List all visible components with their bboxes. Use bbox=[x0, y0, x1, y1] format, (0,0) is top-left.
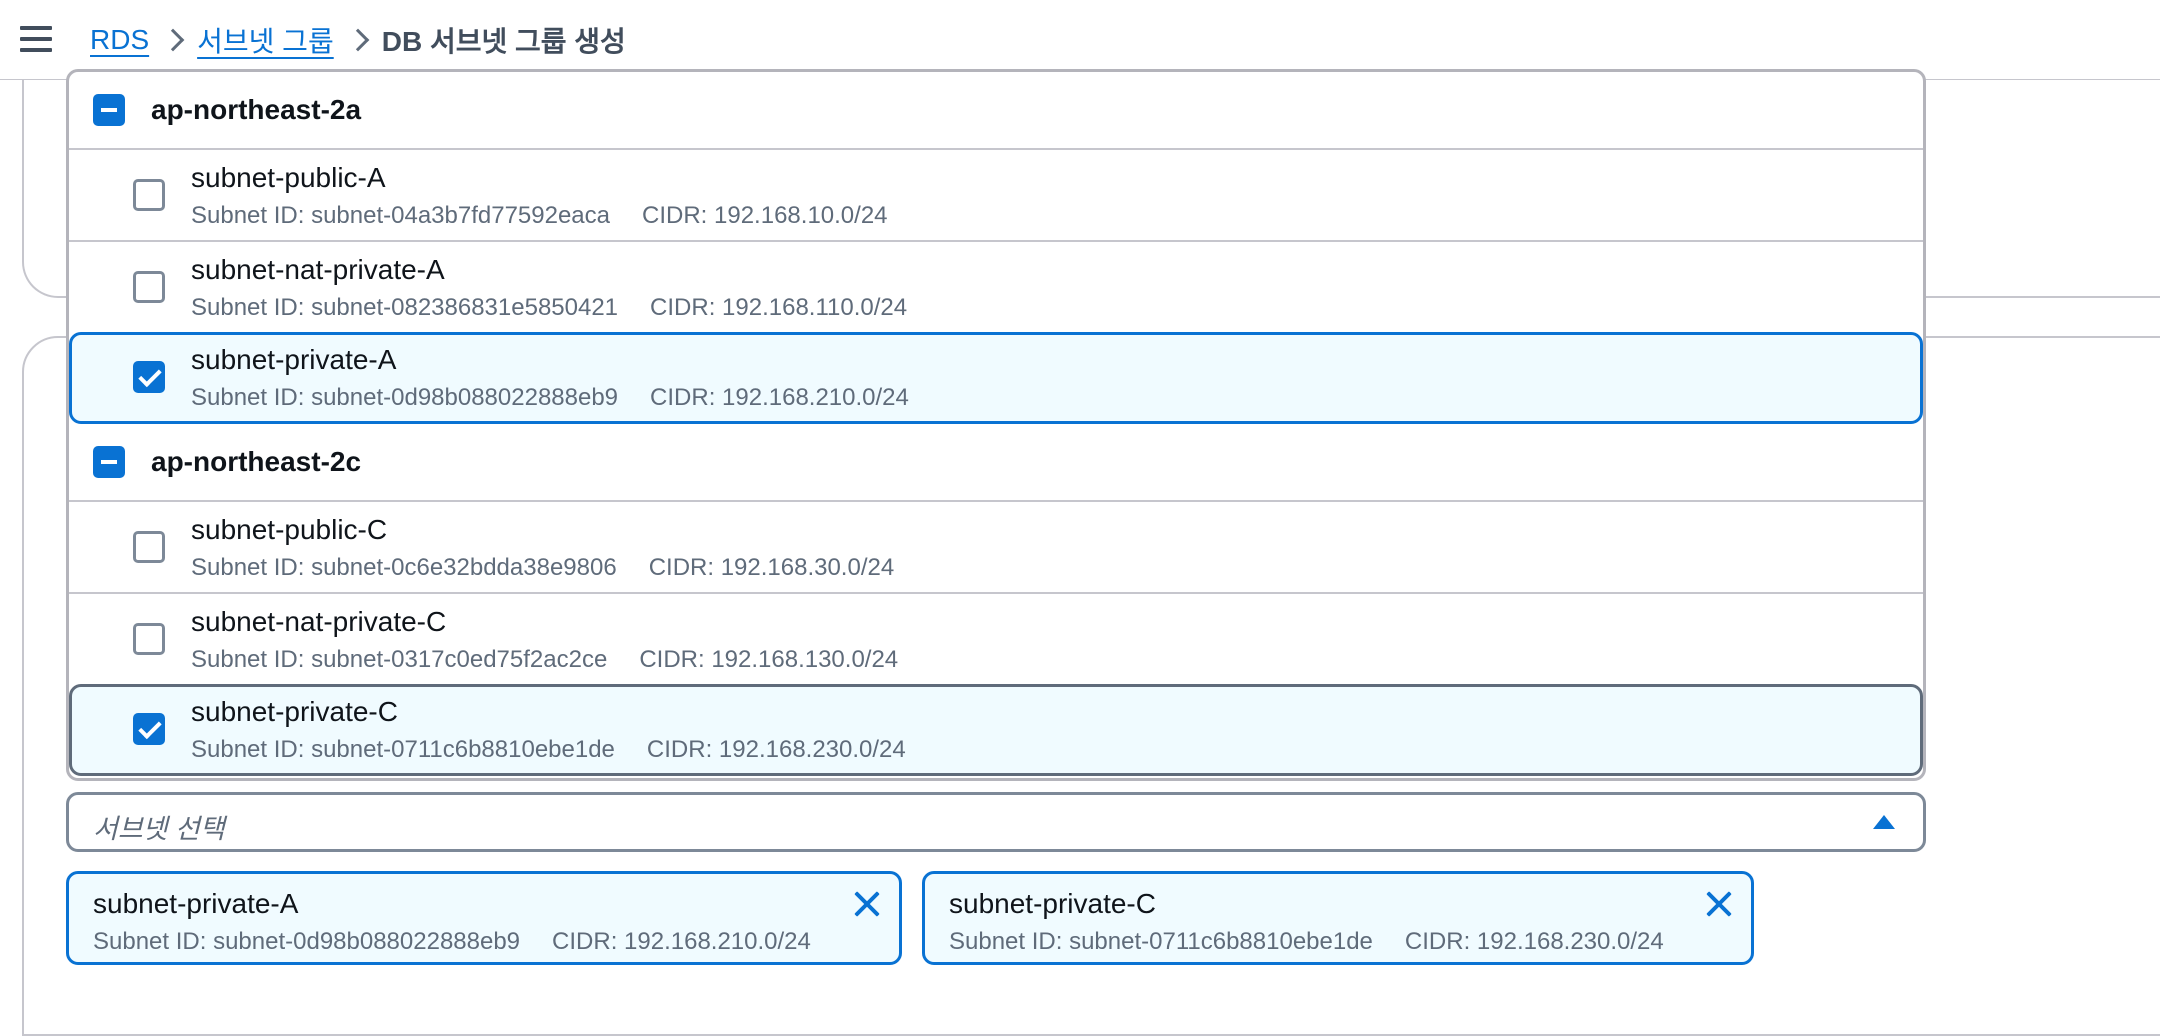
breadcrumb-link-rds[interactable]: RDS bbox=[90, 24, 149, 56]
subnet-select-input[interactable]: 서브넷 선택 bbox=[66, 792, 1926, 852]
token-cidr: CIDR: 192.168.230.0/24 bbox=[1404, 928, 1664, 955]
group-header-ap-northeast-2a[interactable]: ap-northeast-2a bbox=[69, 72, 1923, 148]
group-checkbox-indeterminate[interactable] bbox=[93, 446, 125, 478]
token-title: subnet-private-A bbox=[93, 888, 299, 919]
token-subnet-id: Subnet ID: subnet-0711c6b8810ebe1de bbox=[949, 928, 1373, 955]
token-meta: Subnet ID: subnet-0d98b088022888eb9 CIDR… bbox=[93, 928, 811, 956]
option-subnet-id: Subnet ID: subnet-082386831e5850421 bbox=[191, 294, 619, 321]
option-checkbox[interactable] bbox=[133, 179, 165, 211]
breadcrumb-link-subnet-groups[interactable]: 서브넷 그룹 bbox=[197, 20, 334, 60]
group-label: ap-northeast-2a bbox=[151, 94, 362, 125]
option-title: subnet-nat-private-A bbox=[191, 254, 445, 285]
subnet-dropdown-list: ap-northeast-2a subnet-public-A Subnet I… bbox=[66, 69, 1926, 781]
option-subnet-nat-private-a[interactable]: subnet-nat-private-A Subnet ID: subnet-0… bbox=[69, 240, 1923, 332]
option-meta: Subnet ID: subnet-0d98b088022888eb9 CIDR… bbox=[191, 384, 909, 412]
selected-token-subnet-private-a: subnet-private-A Subnet ID: subnet-0d98b… bbox=[66, 871, 902, 965]
option-cidr: CIDR: 192.168.110.0/24 bbox=[650, 294, 908, 321]
hamburger-menu-icon[interactable] bbox=[20, 26, 52, 52]
option-subnet-private-c[interactable]: subnet-private-C Subnet ID: subnet-0711c… bbox=[69, 684, 1923, 776]
option-cidr: CIDR: 192.168.130.0/24 bbox=[639, 646, 899, 673]
option-title: subnet-private-C bbox=[191, 696, 398, 727]
token-title: subnet-private-C bbox=[949, 888, 1156, 919]
breadcrumb: RDS 서브넷 그룹 DB 서브넷 그룹 생성 bbox=[90, 20, 626, 60]
option-subnet-id: Subnet ID: subnet-0c6e32bdda38e9806 bbox=[191, 554, 617, 581]
option-subnet-id: Subnet ID: subnet-0d98b088022888eb9 bbox=[191, 384, 619, 411]
token-meta: Subnet ID: subnet-0711c6b8810ebe1de CIDR… bbox=[949, 928, 1664, 956]
selected-token-subnet-private-c: subnet-private-C Subnet ID: subnet-0711c… bbox=[922, 871, 1754, 965]
top-navigation-bar: RDS 서브넷 그룹 DB 서브넷 그룹 생성 bbox=[0, 0, 2160, 80]
option-subnet-private-a[interactable]: subnet-private-A Subnet ID: subnet-0d98b… bbox=[69, 332, 1923, 424]
option-title: subnet-public-A bbox=[191, 162, 386, 193]
chevron-right-icon bbox=[334, 20, 382, 60]
token-cidr: CIDR: 192.168.210.0/24 bbox=[552, 928, 811, 955]
option-meta: Subnet ID: subnet-0317c0ed75f2ac2ce CIDR… bbox=[191, 646, 898, 674]
option-subnet-nat-private-c[interactable]: subnet-nat-private-C Subnet ID: subnet-0… bbox=[69, 592, 1923, 684]
option-subnet-id: Subnet ID: subnet-04a3b7fd77592eaca bbox=[191, 202, 611, 229]
caret-up-icon[interactable] bbox=[1873, 815, 1895, 829]
option-subnet-public-a[interactable]: subnet-public-A Subnet ID: subnet-04a3b7… bbox=[69, 148, 1923, 240]
option-subnet-public-c[interactable]: subnet-public-C Subnet ID: subnet-0c6e32… bbox=[69, 500, 1923, 592]
select-placeholder: 서브넷 선택 bbox=[93, 814, 225, 844]
option-checkbox[interactable] bbox=[133, 531, 165, 563]
option-cidr: CIDR: 192.168.210.0/24 bbox=[650, 384, 909, 411]
option-checkbox[interactable] bbox=[133, 623, 165, 655]
option-subnet-id: Subnet ID: subnet-0317c0ed75f2ac2ce bbox=[191, 646, 608, 673]
option-meta: Subnet ID: subnet-0711c6b8810ebe1de CIDR… bbox=[191, 736, 906, 764]
option-checkbox-checked[interactable] bbox=[133, 713, 165, 745]
close-icon[interactable] bbox=[851, 888, 883, 920]
option-title: subnet-private-A bbox=[191, 344, 397, 375]
group-label: ap-northeast-2c bbox=[151, 446, 362, 477]
option-cidr: CIDR: 192.168.30.0/24 bbox=[648, 554, 895, 581]
option-meta: Subnet ID: subnet-082386831e5850421 CIDR… bbox=[191, 294, 907, 322]
option-subnet-id: Subnet ID: subnet-0711c6b8810ebe1de bbox=[191, 736, 615, 763]
option-cidr: CIDR: 192.168.230.0/24 bbox=[646, 736, 906, 763]
breadcrumb-current-page: DB 서브넷 그룹 생성 bbox=[381, 26, 626, 57]
token-subnet-id: Subnet ID: subnet-0d98b088022888eb9 bbox=[93, 928, 521, 955]
option-checkbox[interactable] bbox=[133, 271, 165, 303]
group-checkbox-indeterminate[interactable] bbox=[93, 94, 125, 126]
close-icon[interactable] bbox=[1703, 888, 1735, 920]
option-title: subnet-public-C bbox=[191, 514, 388, 545]
option-meta: Subnet ID: subnet-0c6e32bdda38e9806 CIDR… bbox=[191, 554, 894, 582]
chevron-right-icon bbox=[149, 20, 197, 60]
option-cidr: CIDR: 192.168.10.0/24 bbox=[642, 202, 888, 229]
option-title: subnet-nat-private-C bbox=[191, 606, 447, 637]
option-checkbox-checked[interactable] bbox=[133, 361, 165, 393]
option-meta: Subnet ID: subnet-04a3b7fd77592eaca CIDR… bbox=[191, 202, 888, 230]
group-header-ap-northeast-2c[interactable]: ap-northeast-2c bbox=[69, 424, 1923, 500]
